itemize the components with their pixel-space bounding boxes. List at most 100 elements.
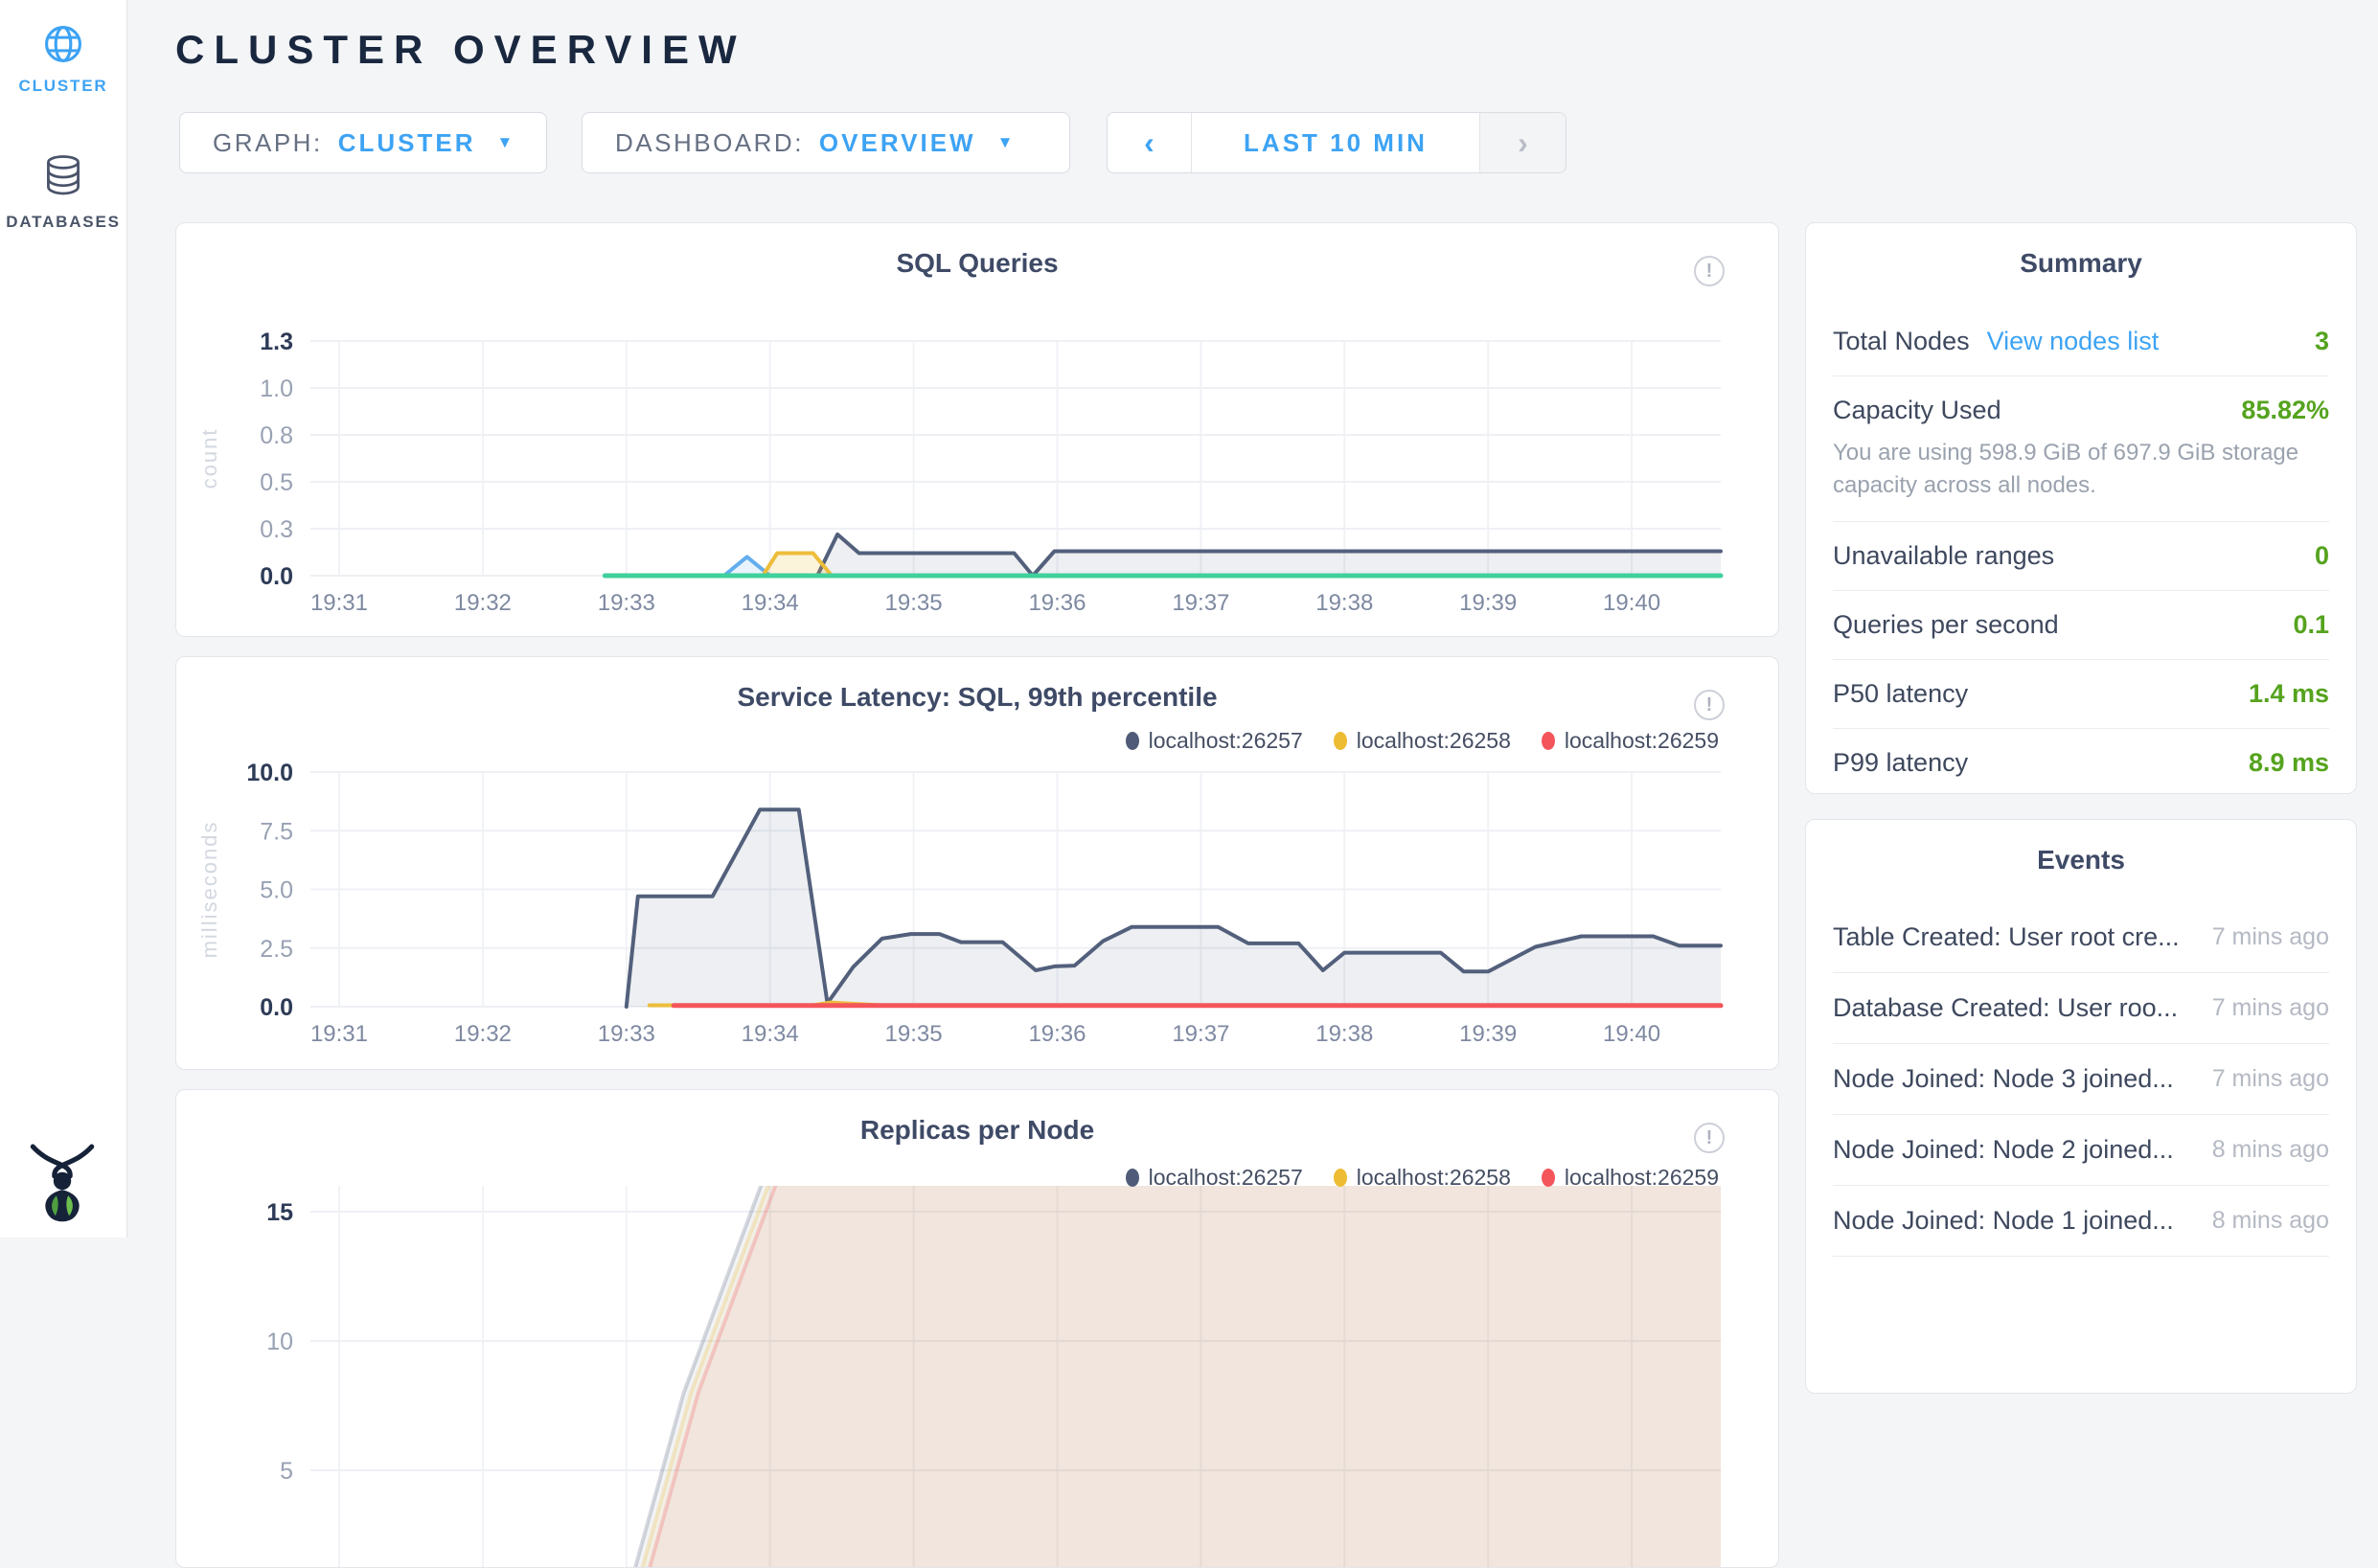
summary-row-capacity: Capacity Used 85.82% You are using 598.9… <box>1833 376 2329 522</box>
legend-dot-icon <box>1542 732 1555 750</box>
event-text: Node Joined: Node 1 joined... <box>1833 1206 2174 1236</box>
chart-title: Replicas per Node <box>176 1115 1778 1146</box>
event-text: Table Created: User root cre... <box>1833 922 2180 952</box>
svg-text:0.8: 0.8 <box>260 422 293 449</box>
svg-text:19:37: 19:37 <box>1172 590 1229 616</box>
event-text: Node Joined: Node 3 joined... <box>1833 1064 2174 1094</box>
chart-title: SQL Queries <box>176 248 1778 279</box>
legend-dot-icon <box>1542 1169 1555 1187</box>
dashboard-dropdown[interactable]: DASHBOARD: OVERVIEW ▼ <box>582 112 1070 173</box>
event-row: Node Joined: Node 2 joined... 8 mins ago <box>1833 1115 2329 1186</box>
summary-value: 0 <box>2315 541 2329 571</box>
event-time: 8 mins ago <box>2212 1207 2329 1235</box>
service-latency-chart-card: 19:3119:3219:3319:3419:3519:3619:3719:38… <box>175 656 1779 1070</box>
summary-label: P50 latency <box>1833 679 1968 709</box>
legend-label: localhost:26259 <box>1565 728 1719 754</box>
svg-text:19:40: 19:40 <box>1603 590 1660 616</box>
svg-text:0.0: 0.0 <box>260 994 293 1021</box>
capacity-note: You are using 598.9 GiB of 697.9 GiB sto… <box>1833 437 2329 502</box>
event-text: Node Joined: Node 2 joined... <box>1833 1135 2174 1165</box>
view-nodes-list-link[interactable]: View nodes list <box>1987 327 2160 356</box>
service-latency-chart: 19:3119:3219:3319:3419:3519:3619:3719:38… <box>176 657 1778 1069</box>
svg-text:0.0: 0.0 <box>260 563 293 590</box>
dashboard-dropdown-value: OVERVIEW <box>819 128 976 158</box>
legend-item[interactable]: localhost:26258 <box>1334 728 1511 754</box>
time-range-prev-button[interactable]: ‹ <box>1108 113 1192 172</box>
sql-queries-chart: 19:3119:3219:3319:3419:3519:3619:3719:38… <box>176 223 1778 636</box>
info-icon[interactable]: ! <box>1694 1123 1725 1153</box>
legend-dot-icon <box>1334 732 1347 750</box>
sql-queries-chart-card: 19:3119:3219:3319:3419:3519:3619:3719:38… <box>175 222 1779 637</box>
event-row: Database Created: User roo... 7 mins ago <box>1833 973 2329 1044</box>
time-range-next-button[interactable]: › <box>1479 113 1566 172</box>
sidebar-item-databases[interactable]: DATABASES <box>0 153 126 232</box>
legend-item[interactable]: localhost:26259 <box>1542 728 1719 754</box>
svg-text:19:35: 19:35 <box>885 1021 943 1047</box>
event-time: 7 mins ago <box>2212 1065 2329 1093</box>
info-icon[interactable]: ! <box>1694 256 1725 286</box>
summary-label: Capacity Used <box>1833 396 2001 425</box>
database-icon <box>42 153 84 201</box>
events-list: Table Created: User root cre... 7 mins a… <box>1833 902 2329 1257</box>
chart-legend: localhost:26257 localhost:26258 localhost:… <box>1126 1165 1719 1191</box>
svg-text:19:33: 19:33 <box>598 1021 655 1047</box>
svg-text:19:32: 19:32 <box>454 1021 512 1047</box>
event-time: 7 mins ago <box>2212 994 2329 1022</box>
summary-row-p99: P99 latency 8.9 ms <box>1833 729 2329 797</box>
event-time: 7 mins ago <box>2212 923 2329 951</box>
legend-item[interactable]: localhost:26258 <box>1334 1165 1511 1191</box>
legend-item[interactable]: localhost:26257 <box>1126 728 1303 754</box>
svg-text:7.5: 7.5 <box>260 818 293 845</box>
summary-value: 8.9 ms <box>2249 748 2329 778</box>
event-time: 8 mins ago <box>2212 1136 2329 1164</box>
legend-label: localhost:26258 <box>1357 728 1511 754</box>
svg-text:19:36: 19:36 <box>1028 1021 1086 1047</box>
svg-text:5: 5 <box>280 1458 293 1485</box>
svg-text:19:32: 19:32 <box>454 590 512 616</box>
sidebar-item-label: CLUSTER <box>0 77 126 96</box>
svg-text:2.5: 2.5 <box>260 936 293 963</box>
svg-text:19:39: 19:39 <box>1459 1021 1517 1047</box>
events-title: Events <box>1806 845 2356 875</box>
chart-legend: localhost:26257 localhost:26258 localhost:… <box>1126 728 1719 754</box>
info-icon[interactable]: ! <box>1694 690 1725 720</box>
event-text: Database Created: User roo... <box>1833 993 2178 1023</box>
sidebar-item-cluster[interactable]: CLUSTER <box>0 23 126 96</box>
summary-value: 3 <box>2315 327 2329 356</box>
summary-title: Summary <box>1806 248 2356 279</box>
svg-text:milliseconds: milliseconds <box>197 821 221 959</box>
svg-text:1.0: 1.0 <box>260 375 293 402</box>
legend-label: localhost:26259 <box>1565 1165 1719 1191</box>
events-panel: Events Table Created: User root cre... 7… <box>1805 819 2357 1394</box>
time-range-selector: ‹ LAST 10 MIN › <box>1107 112 1566 173</box>
svg-text:0.3: 0.3 <box>260 516 293 543</box>
svg-text:19:39: 19:39 <box>1459 590 1517 616</box>
svg-text:10.0: 10.0 <box>246 760 293 786</box>
summary-label: Unavailable ranges <box>1833 541 2054 571</box>
svg-text:19:31: 19:31 <box>310 1021 368 1047</box>
time-range-value[interactable]: LAST 10 MIN <box>1192 113 1479 172</box>
legend-dot-icon <box>1126 1169 1139 1187</box>
cockroachdb-logo <box>27 1143 98 1230</box>
legend-item[interactable]: localhost:26257 <box>1126 1165 1303 1191</box>
chevron-down-icon: ▼ <box>496 133 513 152</box>
svg-text:19:37: 19:37 <box>1172 1021 1229 1047</box>
svg-text:0.5: 0.5 <box>260 469 293 496</box>
legend-dot-icon <box>1126 732 1139 750</box>
summary-row-unavailable-ranges: Unavailable ranges 0 <box>1833 522 2329 591</box>
summary-row-total-nodes: Total Nodes View nodes list 3 <box>1833 307 2329 376</box>
replicas-per-node-chart-card: 19:3119:3219:3319:3419:3519:3619:3719:38… <box>175 1089 1779 1568</box>
legend-item[interactable]: localhost:26259 <box>1542 1165 1719 1191</box>
svg-text:count: count <box>197 428 221 489</box>
summary-value: 85.82% <box>2241 396 2329 425</box>
legend-label: localhost:26257 <box>1149 1165 1303 1191</box>
summary-panel: Summary Total Nodes View nodes list 3 Ca… <box>1805 222 2357 794</box>
summary-row-qps: Queries per second 0.1 <box>1833 591 2329 660</box>
summary-value: 1.4 ms <box>2249 679 2329 709</box>
svg-text:19:33: 19:33 <box>598 590 655 616</box>
event-row: Node Joined: Node 1 joined... 8 mins ago <box>1833 1186 2329 1257</box>
event-row: Table Created: User root cre... 7 mins a… <box>1833 902 2329 973</box>
summary-row-p50: P50 latency 1.4 ms <box>1833 660 2329 729</box>
graph-dropdown[interactable]: GRAPH: CLUSTER ▼ <box>179 112 547 173</box>
svg-text:19:38: 19:38 <box>1315 1021 1373 1047</box>
